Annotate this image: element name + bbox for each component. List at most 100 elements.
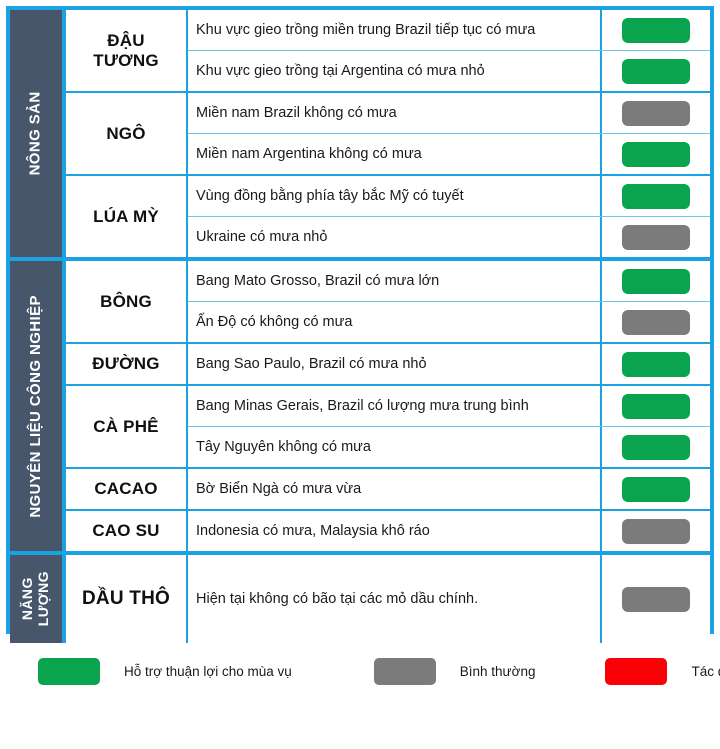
weather-note: Bang Sao Paulo, Brazil có mưa nhỏ	[196, 355, 427, 372]
category-strip: NÔNG SẢN	[10, 10, 66, 257]
legend-label: Tác động bất lợi đến mùa vụ	[691, 663, 720, 679]
commodity-name: NGÔ	[66, 93, 188, 174]
table-row: Khu vực gieo trồng miền trung Brazil tiế…	[188, 10, 710, 51]
legend-swatch-good	[38, 657, 100, 685]
commodity-rows: Khu vực gieo trồng miền trung Brazil tiế…	[188, 10, 710, 91]
commodity-rows: Miền nam Brazil không có mưa Miền nam Arg…	[188, 93, 710, 174]
legend-item: Hỗ trợ thuận lợi cho mùa vụ	[38, 657, 292, 685]
category-label: NĂNG LƯỢNG	[19, 571, 52, 627]
category-strip: NGUYÊN LIỆU CÔNG NGHIỆP	[10, 261, 66, 551]
weather-note: Bang Mato Grosso, Brazil có mưa lớn	[196, 272, 440, 289]
weather-impact-table-page: NÔNG SẢN ĐẬU TƯƠNG Khu vực gieo trồng miền…	[0, 0, 720, 749]
commodity-name: ĐẬU TƯƠNG	[66, 10, 188, 91]
legend-label: Hỗ trợ thuận lợi cho mùa vụ	[124, 663, 292, 679]
commodity-name: BÔNG	[66, 261, 188, 342]
weather-note: Miền nam Brazil không có mưa	[196, 104, 397, 121]
table-row: Ukraine có mưa nhỏ	[188, 217, 710, 257]
table-row: Miền nam Brazil không có mưa	[188, 93, 710, 134]
commodity-weather-table: NÔNG SẢN ĐẬU TƯƠNG Khu vực gieo trồng miền…	[6, 6, 714, 643]
table-row: Hiện tại không có bão tại các mỏ dầu chí…	[188, 555, 710, 643]
weather-note: Khu vực gieo trồng tại Argentina có mưa …	[196, 62, 485, 79]
table-row: Bang Minas Gerais, Brazil có lượng mưa t…	[188, 386, 710, 427]
section-body: BÔNG Bang Mato Grosso, Brazil có mưa lớn Ấ…	[66, 261, 710, 551]
commodity-group: LÚA MỲ Vùng đồng bằng phía tây bắc Mỹ có …	[66, 176, 710, 257]
status-legend: Hỗ trợ thuận lợi cho mùa vụ Bình thường Tá…	[6, 648, 720, 694]
status-cell	[600, 344, 710, 384]
status-cell	[600, 51, 710, 91]
weather-note: Tây Nguyên không có mưa	[196, 438, 371, 455]
status-chip-neutral	[622, 518, 690, 544]
status-cell	[600, 261, 710, 301]
commodity-rows: Bang Mato Grosso, Brazil có mưa lớn Ấn Độ…	[188, 261, 710, 342]
status-cell	[600, 93, 710, 133]
commodity-group: DẦU THÔ Hiện tại không có bão tại các mỏ …	[66, 555, 710, 643]
status-chip-good	[622, 141, 690, 167]
commodity-name: DẦU THÔ	[66, 555, 188, 643]
commodity-rows: Bờ Biển Ngà có mưa vừa	[188, 469, 710, 509]
status-chip-good	[622, 351, 690, 377]
status-chip-neutral	[622, 309, 690, 335]
table-row: Bờ Biển Ngà có mưa vừa	[188, 469, 710, 509]
status-cell	[600, 176, 710, 216]
category-strip: NĂNG LƯỢNG	[10, 555, 66, 643]
table-row: Indonesia có mưa, Malaysia khô ráo	[188, 511, 710, 551]
commodity-name: CACAO	[66, 469, 188, 509]
status-cell	[600, 555, 710, 643]
legend-swatch-neutral	[373, 657, 436, 685]
commodity-group: BÔNG Bang Mato Grosso, Brazil có mưa lớn Ấ…	[66, 261, 710, 344]
commodity-name: CAO SU	[66, 511, 188, 551]
status-chip-good	[622, 17, 690, 43]
status-chip-good	[622, 434, 690, 460]
commodity-group: ĐƯỜNG Bang Sao Paulo, Brazil có mưa nhỏ	[66, 344, 710, 386]
weather-note: Miền nam Argentina không có mưa	[196, 145, 422, 162]
commodity-name: CÀ PHÊ	[66, 386, 188, 467]
status-cell	[600, 469, 710, 509]
legend-swatch-bad	[605, 657, 668, 685]
category-label: NÔNG SẢN	[26, 91, 44, 176]
weather-note: Bờ Biển Ngà có mưa vừa	[196, 480, 362, 497]
section-body: DẦU THÔ Hiện tại không có bão tại các mỏ …	[66, 555, 710, 643]
commodity-group: CAO SU Indonesia có mưa, Malaysia khô ráo	[66, 511, 710, 551]
status-cell	[600, 427, 710, 467]
legend-item: Bình thường	[373, 657, 536, 685]
status-chip-good	[622, 183, 690, 209]
table-row: Bang Sao Paulo, Brazil có mưa nhỏ	[188, 344, 710, 384]
status-chip-good	[622, 476, 690, 502]
weather-note: Khu vực gieo trồng miền trung Brazil tiế…	[196, 21, 536, 38]
commodity-group: ĐẬU TƯƠNG Khu vực gieo trồng miền trung B…	[66, 10, 710, 93]
status-chip-good	[622, 58, 690, 84]
status-cell	[600, 217, 710, 257]
table-row: Tây Nguyên không có mưa	[188, 427, 710, 467]
section-energy: NĂNG LƯỢNG DẦU THÔ Hiện tại không có bão t…	[10, 555, 710, 643]
commodity-rows: Bang Sao Paulo, Brazil có mưa nhỏ	[188, 344, 710, 384]
table-row: Khu vực gieo trồng tại Argentina có mưa …	[188, 51, 710, 91]
weather-note: Ấn Độ có không có mưa	[196, 313, 353, 330]
commodity-name: LÚA MỲ	[66, 176, 188, 257]
commodity-group: CÀ PHÊ Bang Minas Gerais, Brazil có lượng…	[66, 386, 710, 469]
status-cell	[600, 511, 710, 551]
legend-item: Tác động bất lợi đến mùa vụ	[605, 657, 720, 685]
commodity-rows: Indonesia có mưa, Malaysia khô ráo	[188, 511, 710, 551]
section-agriculture: NÔNG SẢN ĐẬU TƯƠNG Khu vực gieo trồng miền…	[10, 10, 710, 261]
legend-label: Bình thường	[459, 663, 536, 679]
weather-note: Vùng đồng bằng phía tây bắc Mỹ có tuyết	[196, 187, 464, 204]
weather-note: Indonesia có mưa, Malaysia khô ráo	[196, 522, 430, 539]
table-row: Miền nam Argentina không có mưa	[188, 134, 710, 174]
commodity-name: ĐƯỜNG	[66, 344, 188, 384]
commodity-rows: Vùng đồng bằng phía tây bắc Mỹ có tuyết U…	[188, 176, 710, 257]
weather-note: Bang Minas Gerais, Brazil có lượng mưa t…	[196, 397, 529, 414]
status-cell	[600, 10, 710, 50]
status-chip-good	[622, 268, 690, 294]
status-chip-neutral	[622, 586, 690, 612]
commodity-group: CACAO Bờ Biển Ngà có mưa vừa	[66, 469, 710, 511]
status-chip-neutral	[622, 224, 690, 250]
weather-note: Ukraine có mưa nhỏ	[196, 228, 328, 245]
status-cell	[600, 134, 710, 174]
status-chip-good	[622, 393, 690, 419]
category-label: NGUYÊN LIỆU CÔNG NGHIỆP	[26, 294, 44, 518]
table-row: Ấn Độ có không có mưa	[188, 302, 710, 342]
status-cell	[600, 386, 710, 426]
section-industrial-materials: NGUYÊN LIỆU CÔNG NGHIỆP BÔNG Bang Mato Gro…	[10, 261, 710, 555]
commodity-rows: Bang Minas Gerais, Brazil có lượng mưa t…	[188, 386, 710, 467]
weather-note: Hiện tại không có bão tại các mỏ dầu chí…	[196, 590, 479, 607]
